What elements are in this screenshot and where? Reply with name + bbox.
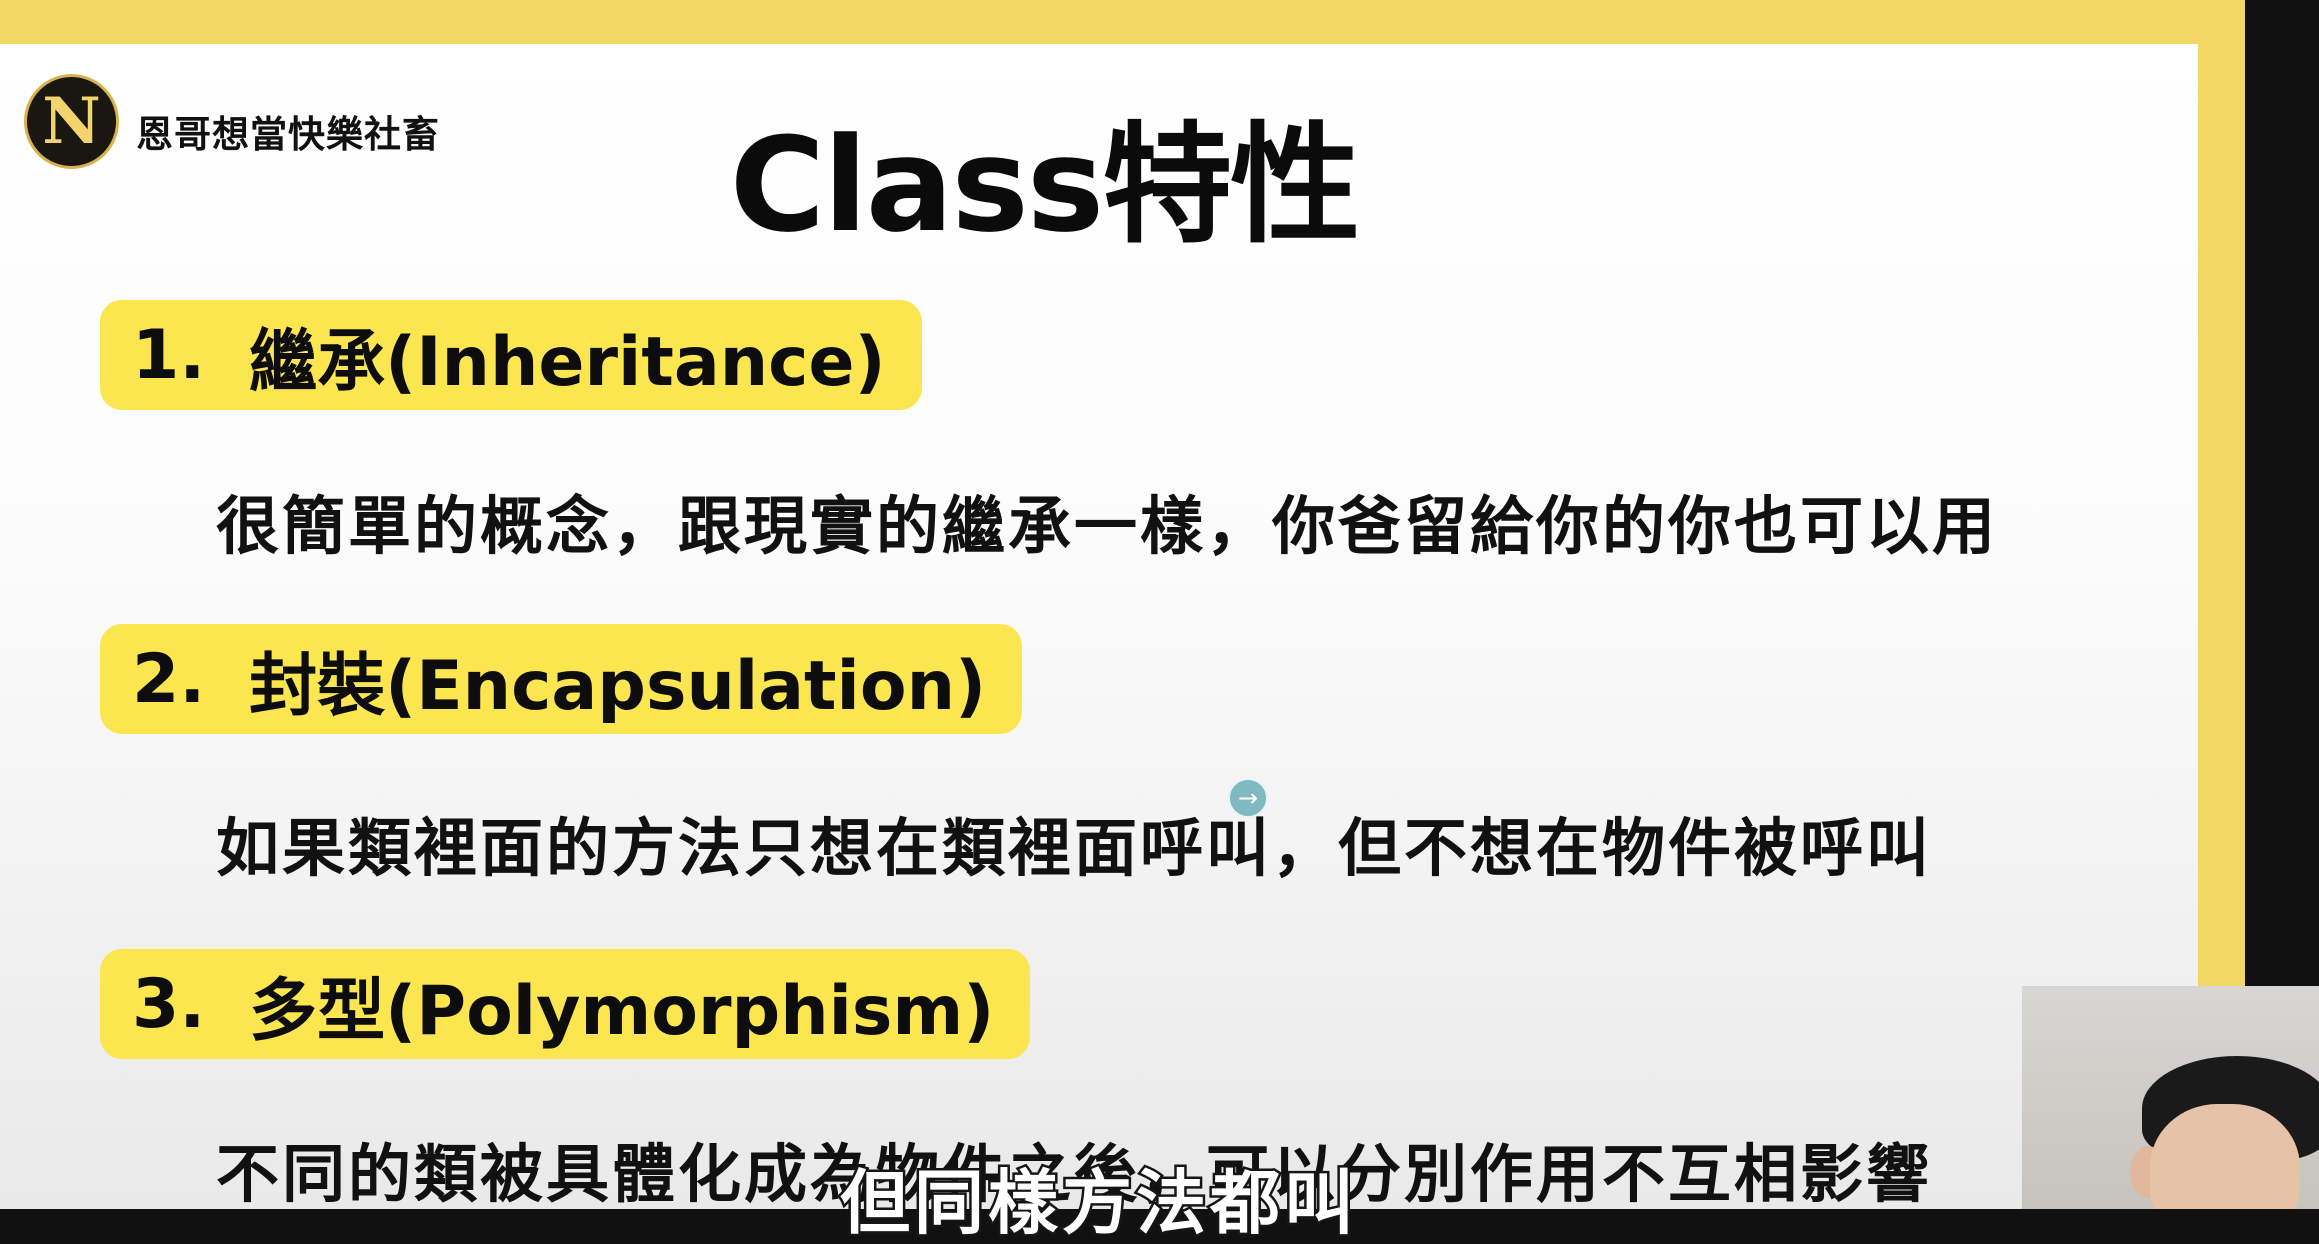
- item-2-heading: 2. 封裝(Encapsulation): [100, 624, 1023, 734]
- item-3-title: 多型(Polymorphism): [249, 971, 995, 1051]
- item-2-number: 2.: [132, 639, 206, 719]
- item-1-heading: 1. 繼承(Inheritance): [100, 300, 922, 410]
- item-3-heading: 3. 多型(Polymorphism): [100, 949, 1031, 1059]
- webcam-overlay: [2022, 986, 2319, 1209]
- presenter-face: [2150, 1104, 2300, 1209]
- item-1-number: 1.: [132, 315, 206, 395]
- slide: N 恩哥想當快樂社畜 Class特性 1. 繼承(Inheritance) 很簡…: [0, 44, 2198, 1209]
- item-2-description: 如果類裡面的方法只想在類裡面呼叫，但不想在物件被呼叫: [216, 812, 1932, 885]
- slide-frame: N 恩哥想當快樂社畜 Class特性 1. 繼承(Inheritance) 很簡…: [0, 0, 2245, 1209]
- slide-title: Class特性: [729, 109, 1360, 261]
- item-1-title: 繼承(Inheritance): [249, 322, 886, 402]
- item-3-number: 3.: [132, 964, 206, 1044]
- item-2-title: 封裝(Encapsulation): [249, 646, 987, 726]
- video-subtitle: 但同樣方法都叫: [838, 1162, 1358, 1244]
- cursor-arrow-icon: →: [1228, 778, 1268, 818]
- item-1-description: 很簡單的概念，跟現實的繼承一樣，你爸留給你的你也可以用: [216, 490, 1998, 563]
